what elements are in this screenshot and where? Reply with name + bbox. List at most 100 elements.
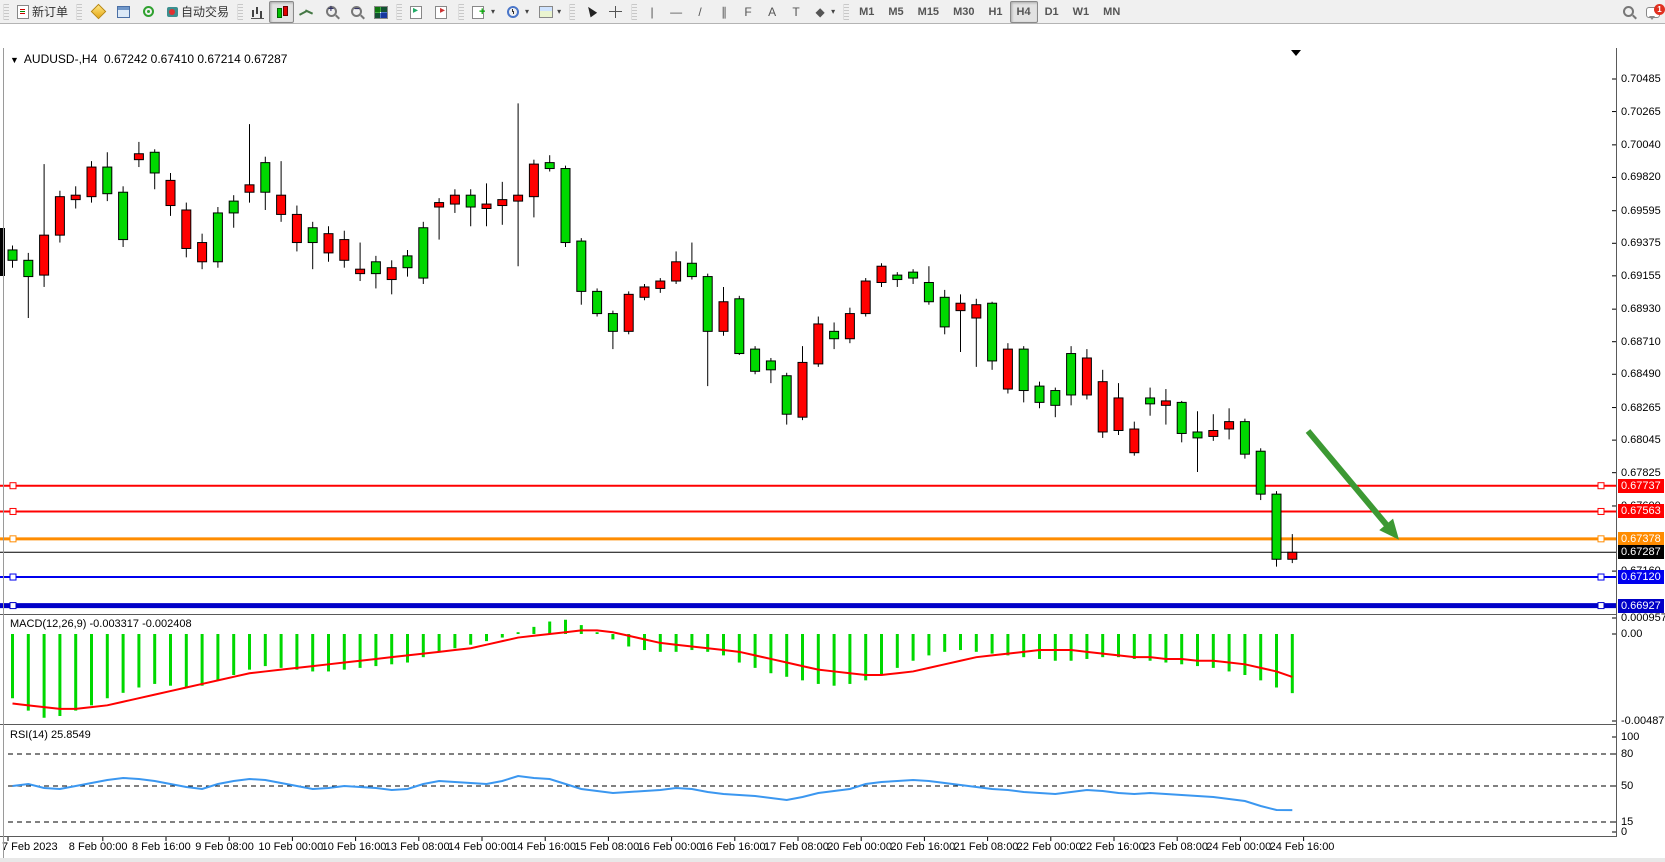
level-price-label[interactable]: 0.66927 (1618, 599, 1664, 613)
date-axis-label: 22 Feb 16:00 (1080, 841, 1145, 853)
trendline-button[interactable]: / (688, 1, 712, 23)
candle-body (1019, 349, 1028, 390)
candle-body (719, 302, 728, 332)
level-price-label[interactable]: 0.67287 (1618, 545, 1664, 559)
candle-body (845, 314, 854, 339)
level-price-label[interactable]: 0.67120 (1618, 570, 1664, 584)
equidistant-channel-button[interactable]: ∥ (712, 1, 736, 23)
timeframe-M30[interactable]: M30 (946, 1, 981, 23)
signals-button[interactable] (135, 1, 162, 23)
rsi-line (13, 776, 1293, 810)
zoom-out-button[interactable] (344, 1, 369, 23)
candle-body (861, 281, 870, 314)
toolbar-group-handle[interactable] (843, 4, 849, 20)
timeframe-M15[interactable]: M15 (911, 1, 946, 23)
chart-shift-button[interactable] (430, 1, 455, 23)
candle-body (814, 324, 823, 364)
timeframe-label: MN (1103, 6, 1120, 18)
candle-body (450, 195, 459, 204)
timeframe-H4[interactable]: H4 (1010, 1, 1038, 23)
rsi-bottom-border (0, 836, 1616, 837)
line-handle[interactable] (10, 508, 16, 514)
candle-body (1114, 398, 1123, 431)
line-handle[interactable] (10, 536, 16, 542)
dropdown-caret-icon[interactable]: ▾ (557, 7, 561, 16)
search-button[interactable] (1616, 1, 1641, 23)
timeframe-W1[interactable]: W1 (1066, 1, 1097, 23)
bar-chart-button[interactable] (246, 1, 269, 23)
price-axis-label: 0.69155 (1621, 270, 1661, 282)
horizontal-line-button[interactable]: — (664, 1, 688, 23)
price-chart-canvas[interactable] (0, 24, 1665, 862)
line-handle[interactable] (1598, 574, 1604, 580)
line-handle[interactable] (1598, 483, 1604, 489)
candle-body (1288, 552, 1297, 559)
dropdown-caret-icon[interactable]: ▾ (831, 7, 835, 16)
line-handle[interactable] (10, 603, 16, 609)
toolbar-group-handle[interactable] (3, 4, 9, 20)
chart-shift-marker[interactable] (1291, 50, 1301, 56)
text-button-glyph: A (765, 5, 779, 19)
candle-body (877, 266, 886, 282)
level-price-label[interactable]: 0.67737 (1618, 479, 1664, 493)
chat-icon: 1 (1646, 7, 1660, 18)
level-price-label[interactable]: 0.67563 (1618, 504, 1664, 518)
trendline-button-glyph: / (693, 5, 707, 19)
line-handle[interactable] (10, 574, 16, 580)
toolbar-group-handle[interactable] (76, 4, 82, 20)
macd-rsi-divider[interactable] (0, 724, 1616, 725)
collapse-ohlc-icon[interactable]: ▼ (10, 55, 19, 65)
timeframe-M1[interactable]: M1 (852, 1, 881, 23)
candle-body (87, 167, 96, 197)
window-icon (117, 6, 130, 18)
line-handle[interactable] (1598, 603, 1604, 609)
timeframe-MN[interactable]: MN (1096, 1, 1127, 23)
toolbar-group-handle[interactable] (458, 4, 464, 20)
candle-body (593, 291, 602, 313)
candle-body (213, 213, 222, 262)
timeframe-H1[interactable]: H1 (981, 1, 1009, 23)
line-handle[interactable] (10, 483, 16, 489)
fibonacci-button[interactable]: F (736, 1, 760, 23)
line-chart-button[interactable] (294, 1, 319, 23)
toolbar-group-handle[interactable] (631, 4, 637, 20)
candle-body (624, 294, 633, 331)
text-label-button[interactable]: T (784, 1, 808, 23)
tile-windows-button[interactable] (369, 1, 393, 23)
dropdown-caret-icon[interactable]: ▾ (525, 7, 529, 16)
shapes-button[interactable]: ◆▾ (808, 1, 840, 23)
rsi-axis-label: 0 (1621, 826, 1627, 838)
auto-trading-button[interactable]: 自动交易 (162, 1, 234, 23)
timeframe-D1[interactable]: D1 (1038, 1, 1066, 23)
period-button[interactable]: ▾ (500, 1, 534, 23)
new-order-button[interactable]: 新订单 (12, 1, 73, 23)
toolbar-group-handle[interactable] (396, 4, 402, 20)
candlestick-button[interactable] (269, 1, 294, 23)
line-handle[interactable] (1598, 536, 1604, 542)
market-watch-button[interactable] (112, 1, 135, 23)
trend-arrow[interactable] (1308, 431, 1390, 529)
text-button[interactable]: A (760, 1, 784, 23)
new-chart-button[interactable]: ▾ (467, 1, 500, 23)
auto-scroll-button[interactable] (405, 1, 430, 23)
main-macd-divider[interactable] (0, 614, 1616, 615)
toolbar-group-handle[interactable] (569, 4, 575, 20)
vertical-line-button[interactable]: | (640, 1, 664, 23)
dropdown-caret-icon[interactable]: ▾ (491, 7, 495, 16)
level-price-label[interactable]: 0.67378 (1618, 532, 1664, 546)
cursor-button[interactable] (578, 1, 603, 23)
gem-button[interactable] (85, 1, 112, 23)
template-button[interactable]: ▾ (534, 1, 566, 23)
candle-body (1272, 494, 1281, 559)
timeframe-label: H4 (1017, 6, 1031, 18)
toolbar-group-handle[interactable] (237, 4, 243, 20)
crosshair-button[interactable] (603, 1, 628, 23)
date-axis-label: 7 Feb 2023 (2, 841, 58, 853)
line-handle[interactable] (1598, 508, 1604, 514)
date-axis-label: 10 Feb 00:00 (258, 841, 323, 853)
candle-body (751, 349, 760, 371)
zoom-in-button[interactable] (319, 1, 344, 23)
chat-button[interactable]: 1 (1641, 1, 1665, 23)
timeframe-M5[interactable]: M5 (881, 1, 910, 23)
candle-body (956, 303, 965, 310)
